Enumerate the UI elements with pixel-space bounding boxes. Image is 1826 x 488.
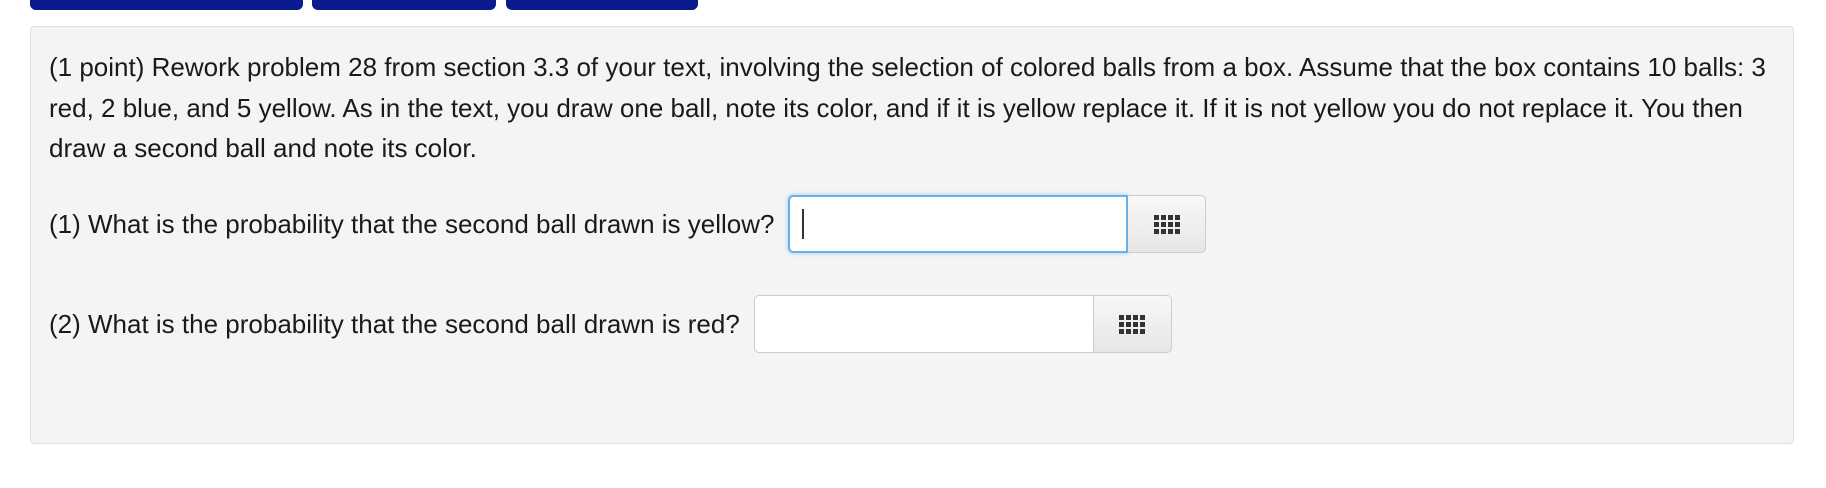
nav-tab-1[interactable] xyxy=(30,0,303,10)
question-1-label: (1) What is the probability that the sec… xyxy=(49,208,775,239)
nav-tab-2[interactable] xyxy=(312,0,496,10)
text-caret xyxy=(802,209,805,239)
answer-input-2[interactable] xyxy=(753,295,1094,353)
answer-group-1 xyxy=(788,195,1207,253)
equation-palette-button-2[interactable] xyxy=(1093,295,1172,353)
answer-input-1[interactable] xyxy=(788,195,1129,253)
equation-palette-button-1[interactable] xyxy=(1128,195,1207,253)
problem-statement: (1 point) Rework problem 28 from section… xyxy=(49,52,1766,163)
problem-panel: (1 point) Rework problem 28 from section… xyxy=(30,26,1794,444)
nav-tab-3[interactable] xyxy=(506,0,698,10)
question-1: (1) What is the probability that the sec… xyxy=(49,195,1207,253)
question-2: (2) What is the probability that the sec… xyxy=(49,295,1172,353)
answer-group-2 xyxy=(753,295,1172,353)
grid-icon xyxy=(1153,214,1180,234)
grid-icon xyxy=(1119,314,1146,334)
question-2-label: (2) What is the probability that the sec… xyxy=(49,308,740,339)
